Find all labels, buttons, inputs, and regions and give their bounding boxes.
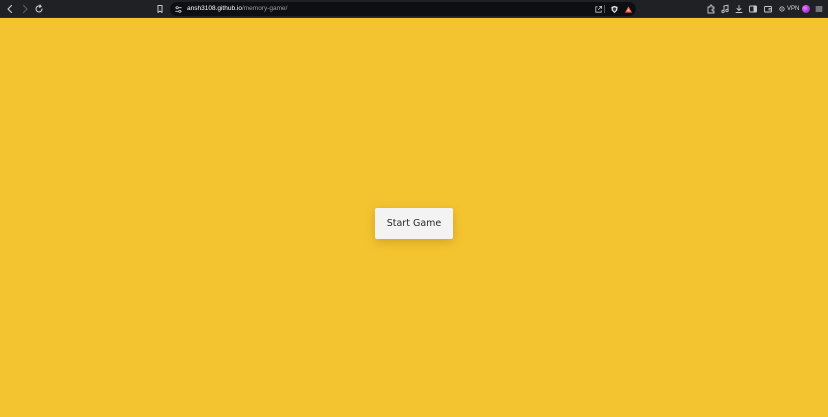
browser-toolbar: ansh3108.github.io/memory-game/ VPN (0, 0, 828, 18)
url-path: /memory-game/ (241, 5, 288, 12)
brave-shields-icon[interactable] (609, 4, 619, 14)
url-text[interactable]: ansh3108.github.io/memory-game/ (187, 2, 287, 16)
address-bar-divider (604, 5, 605, 13)
menu-icon[interactable] (813, 3, 825, 15)
downloads-icon[interactable] (733, 3, 745, 15)
brave-rewards-icon[interactable] (623, 4, 633, 14)
start-game-button[interactable]: Start Game (375, 208, 453, 239)
vpn-label: VPN (787, 6, 800, 12)
share-icon[interactable] (593, 4, 603, 14)
bookmark-icon[interactable] (154, 3, 166, 15)
site-settings-icon[interactable] (173, 4, 183, 14)
extensions-icon[interactable] (705, 3, 717, 15)
page-viewport: Start Game (0, 18, 828, 417)
media-icon[interactable] (719, 3, 731, 15)
vpn-button[interactable]: VPN (779, 3, 799, 15)
vpn-icon (779, 6, 785, 12)
profile-icon[interactable] (802, 5, 810, 13)
back-icon[interactable] (4, 3, 16, 15)
url-host: ansh3108.github.io (187, 5, 242, 12)
wallet-icon[interactable] (762, 3, 774, 15)
reload-icon[interactable] (33, 3, 45, 15)
forward-icon[interactable] (19, 3, 31, 15)
address-bar[interactable]: ansh3108.github.io/memory-game/ (170, 2, 636, 16)
sidebar-icon[interactable] (747, 3, 759, 15)
